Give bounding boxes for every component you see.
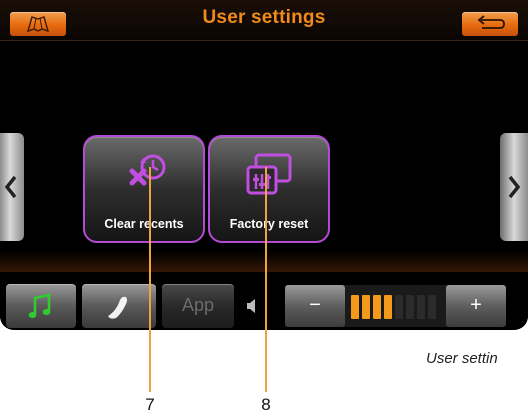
volume-segment <box>417 295 425 319</box>
volume-down-button[interactable]: − <box>285 285 345 327</box>
header-bar: User settings <box>0 0 528 41</box>
volume-segment <box>428 295 436 319</box>
next-page-button[interactable] <box>500 133 528 241</box>
volume-segment <box>373 295 381 319</box>
music-button[interactable] <box>6 284 76 328</box>
factory-reset-button[interactable]: Factory reset <box>208 135 330 243</box>
back-arrow-icon <box>477 15 505 29</box>
factory-reset-icon <box>246 153 292 195</box>
volume-up-button[interactable]: + <box>446 285 506 327</box>
factory-reset-label: Factory reset <box>229 217 309 231</box>
phone-button[interactable] <box>82 284 156 328</box>
previous-page-button[interactable] <box>0 133 24 241</box>
clear-recents-button[interactable]: Clear recents <box>83 135 205 243</box>
volume-segment <box>384 295 392 319</box>
app-button[interactable]: App <box>162 284 234 328</box>
clear-recents-label: Clear recents <box>104 217 184 231</box>
clear-recents-icon <box>129 154 166 186</box>
speaker-icon <box>247 299 255 313</box>
music-note-icon <box>28 293 51 318</box>
bottom-bar: App − + <box>0 272 528 330</box>
phone-icon <box>108 296 127 319</box>
page-title: User settings <box>202 7 326 28</box>
volume-segment <box>351 295 359 319</box>
back-button[interactable] <box>462 12 518 36</box>
volume-control: − + <box>285 285 506 327</box>
callout-number-8: 8 <box>261 395 271 414</box>
app-label: App <box>181 295 215 315</box>
settings-content: Clear recents Factory reset <box>0 41 528 287</box>
volume-segment <box>395 295 403 319</box>
callout-line-8 <box>265 167 267 392</box>
volume-segment <box>406 295 414 319</box>
chevron-right-icon <box>508 175 521 199</box>
screen: User settings Clear recents Factory rese… <box>0 0 528 330</box>
figure-caption: User settin <box>426 350 498 367</box>
callout-number-7: 7 <box>145 395 155 414</box>
callout-line-7 <box>149 167 151 392</box>
chevron-left-icon <box>4 175 17 199</box>
volume-segment <box>362 295 370 319</box>
